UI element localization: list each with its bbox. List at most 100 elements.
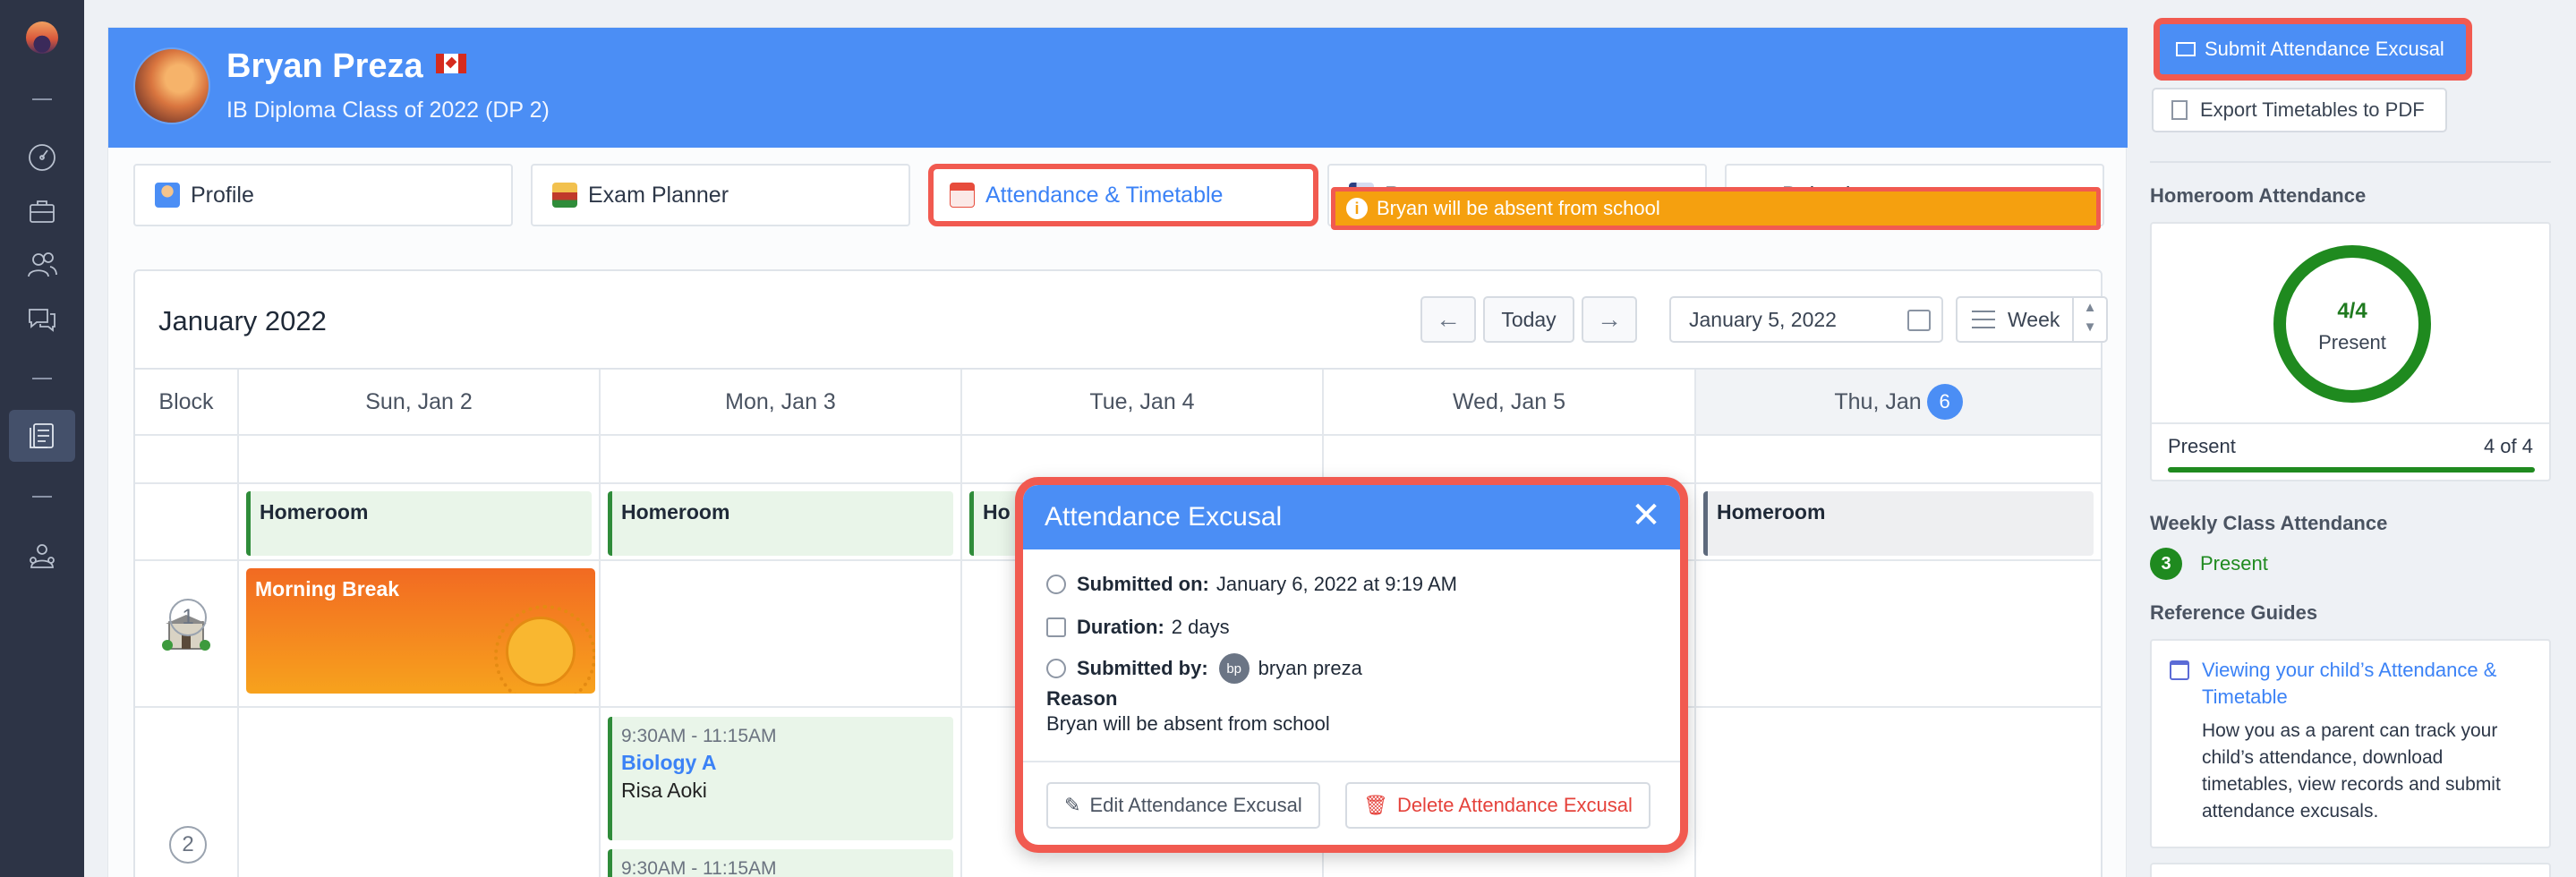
absence-banner[interactable]: i Bryan will be absent from school bbox=[1331, 187, 2101, 230]
delete-excusal-button[interactable]: 🗑 Delete Attendance Excusal bbox=[1345, 782, 1651, 829]
info-icon: i bbox=[1346, 198, 1368, 219]
tab-attendance-timetable[interactable]: Attendance & Timetable bbox=[928, 164, 1318, 226]
day-header: Wed, Jan 5 bbox=[1452, 388, 1565, 414]
tab-profile[interactable]: Profile bbox=[133, 164, 513, 226]
submitted-by-label: Submitted by: bbox=[1077, 657, 1208, 679]
today-badge: 6 bbox=[1926, 384, 1963, 420]
attendance-ring-label: Present bbox=[2318, 331, 2386, 353]
tab-exam-planner[interactable]: Exam Planner bbox=[531, 164, 910, 226]
view-select[interactable]: Week ▲ ▼ bbox=[1956, 296, 2108, 343]
popup-footer: ✎ Edit Attendance Excusal 🗑 Delete Atten… bbox=[1023, 761, 1680, 845]
date-picker-input[interactable]: January 5, 2022 bbox=[1669, 296, 1943, 343]
reference-guide-card[interactable]: Viewing your child’s Attendance & Timeta… bbox=[2150, 639, 2551, 848]
pencil-icon: ✎ bbox=[1064, 794, 1081, 816]
day-header: Mon, Jan 3 bbox=[725, 388, 836, 414]
profile-icon bbox=[155, 183, 180, 208]
submitted-on-value: January 6, 2022 at 9:19 AM bbox=[1215, 573, 1457, 595]
popup-header: Attendance Excusal ✕ bbox=[1023, 485, 1680, 549]
edit-excusal-button[interactable]: ✎ Edit Attendance Excusal bbox=[1046, 782, 1320, 829]
class-event[interactable]: 9:30AM - 11:15AM bbox=[608, 849, 953, 877]
pdf-icon bbox=[2171, 100, 2188, 120]
dashboard-icon[interactable] bbox=[24, 140, 60, 175]
trash-icon: 🗑 bbox=[1363, 794, 1388, 816]
tab-label: Attendance & Timetable bbox=[985, 182, 1224, 208]
community-icon[interactable] bbox=[24, 539, 60, 575]
popup-title: Attendance Excusal bbox=[1045, 502, 1283, 532]
submitted-by-value: bryan preza bbox=[1258, 657, 1362, 679]
delete-excusal-label: Delete Attendance Excusal bbox=[1396, 794, 1633, 816]
duration-value: 2 days bbox=[1171, 616, 1230, 638]
student-avatar bbox=[133, 47, 210, 124]
sidebar-divider bbox=[2150, 161, 2551, 163]
grid-line bbox=[1694, 370, 1696, 877]
sun-icon bbox=[494, 605, 595, 694]
canada-flag-icon bbox=[435, 54, 466, 73]
submit-attendance-excusal-button[interactable]: Submit Attendance Excusal bbox=[2154, 18, 2472, 81]
records-icon[interactable] bbox=[9, 410, 75, 462]
close-icon[interactable]: ✕ bbox=[1628, 498, 1664, 535]
homeroom-attendance-heading: Homeroom Attendance bbox=[2150, 184, 2367, 207]
weekly-attendance-heading: Weekly Class Attendance bbox=[2150, 512, 2388, 534]
reason-label: Reason bbox=[1046, 687, 1118, 710]
event-course-link[interactable]: Biology A bbox=[621, 751, 944, 775]
day-header: Sun, Jan 2 bbox=[365, 388, 473, 414]
today-button[interactable]: Today bbox=[1483, 296, 1574, 343]
student-header: Bryan Preza IB Diploma Class of 2022 (DP… bbox=[108, 28, 2128, 148]
chevron-updown-icon: ▲ ▼ bbox=[2072, 298, 2106, 341]
present-progress-fill bbox=[2168, 467, 2535, 473]
reference-guide-card[interactable] bbox=[2150, 863, 2551, 877]
submit-label: Submit Attendance Excusal bbox=[2205, 38, 2444, 60]
reference-guides-heading: Reference Guides bbox=[2150, 601, 2318, 624]
card-divider bbox=[2152, 422, 2549, 424]
list-icon bbox=[1972, 311, 1995, 328]
class-event[interactable]: 9:30AM - 11:15AM Biology A Risa Aoki bbox=[608, 717, 953, 840]
morning-break-event[interactable]: Morning Break bbox=[246, 568, 595, 694]
present-label: Present bbox=[2168, 435, 2236, 457]
homeroom-event[interactable]: Homeroom bbox=[1703, 491, 2094, 556]
block-column-header: Block bbox=[158, 388, 214, 414]
student-class: IB Diploma Class of 2022 (DP 2) bbox=[226, 98, 550, 123]
duration-row: Duration: 2 days bbox=[1046, 616, 1230, 639]
event-time: 9:30AM - 11:15AM bbox=[621, 726, 777, 746]
tab-label: Profile bbox=[191, 182, 254, 208]
export-timetables-button[interactable]: Export Timetables to PDF bbox=[2152, 88, 2447, 132]
next-week-button[interactable]: → bbox=[1582, 296, 1637, 343]
school-logo[interactable] bbox=[26, 21, 58, 54]
attendance-excusal-popup: Attendance Excusal ✕ Submitted on: Janua… bbox=[1015, 477, 1688, 853]
present-progress-bar bbox=[2168, 467, 2535, 473]
absence-banner-text: Bryan will be absent from school bbox=[1377, 197, 1660, 219]
homeroom-attendance-card: 4/4 Present Present 4 of 4 bbox=[2150, 222, 2551, 481]
present-count: 4 of 4 bbox=[2483, 435, 2533, 457]
event-teacher: Risa Aoki bbox=[621, 779, 707, 802]
weekly-count-badge: 3 bbox=[2150, 548, 2182, 580]
student-name: Bryan Preza bbox=[226, 47, 466, 86]
weekly-present-label: Present bbox=[2200, 552, 2268, 575]
user-icon bbox=[1046, 659, 1066, 678]
nav-divider bbox=[32, 496, 52, 498]
weekly-attendance-row: 3 Present bbox=[2150, 548, 2268, 580]
event-time: 9:30AM - 11:15AM bbox=[621, 858, 777, 877]
mail-icon bbox=[2176, 42, 2196, 56]
grid-line bbox=[237, 370, 239, 877]
grid-line bbox=[135, 434, 2101, 436]
calendar-picker-icon[interactable] bbox=[1907, 310, 1931, 331]
clock-icon bbox=[1046, 575, 1066, 594]
calendar-icon bbox=[950, 183, 975, 208]
messages-icon[interactable] bbox=[24, 301, 60, 336]
block-number: 2 bbox=[169, 826, 207, 864]
homeroom-event[interactable]: Homeroom bbox=[246, 491, 592, 556]
prev-week-button[interactable]: ← bbox=[1420, 296, 1476, 343]
guide-title-link[interactable]: Viewing your child’s Attendance & Timeta… bbox=[2202, 657, 2533, 711]
exam-planner-icon bbox=[552, 183, 577, 208]
reason-text: Bryan will be absent from school bbox=[1046, 712, 1330, 735]
users-icon[interactable] bbox=[24, 247, 60, 283]
left-nav bbox=[0, 0, 84, 877]
submitted-by-row: Submitted by: bp bryan preza bbox=[1046, 653, 1362, 684]
briefcase-icon[interactable] bbox=[24, 193, 60, 229]
attendance-ring: 4/4 Present bbox=[2273, 245, 2431, 403]
homeroom-event[interactable]: Homeroom bbox=[608, 491, 953, 556]
attendance-ring-value: 4/4 bbox=[2337, 299, 2367, 323]
grid-line bbox=[599, 370, 601, 877]
date-value: January 5, 2022 bbox=[1689, 307, 1837, 331]
submitted-on-label: Submitted on: bbox=[1077, 573, 1209, 595]
